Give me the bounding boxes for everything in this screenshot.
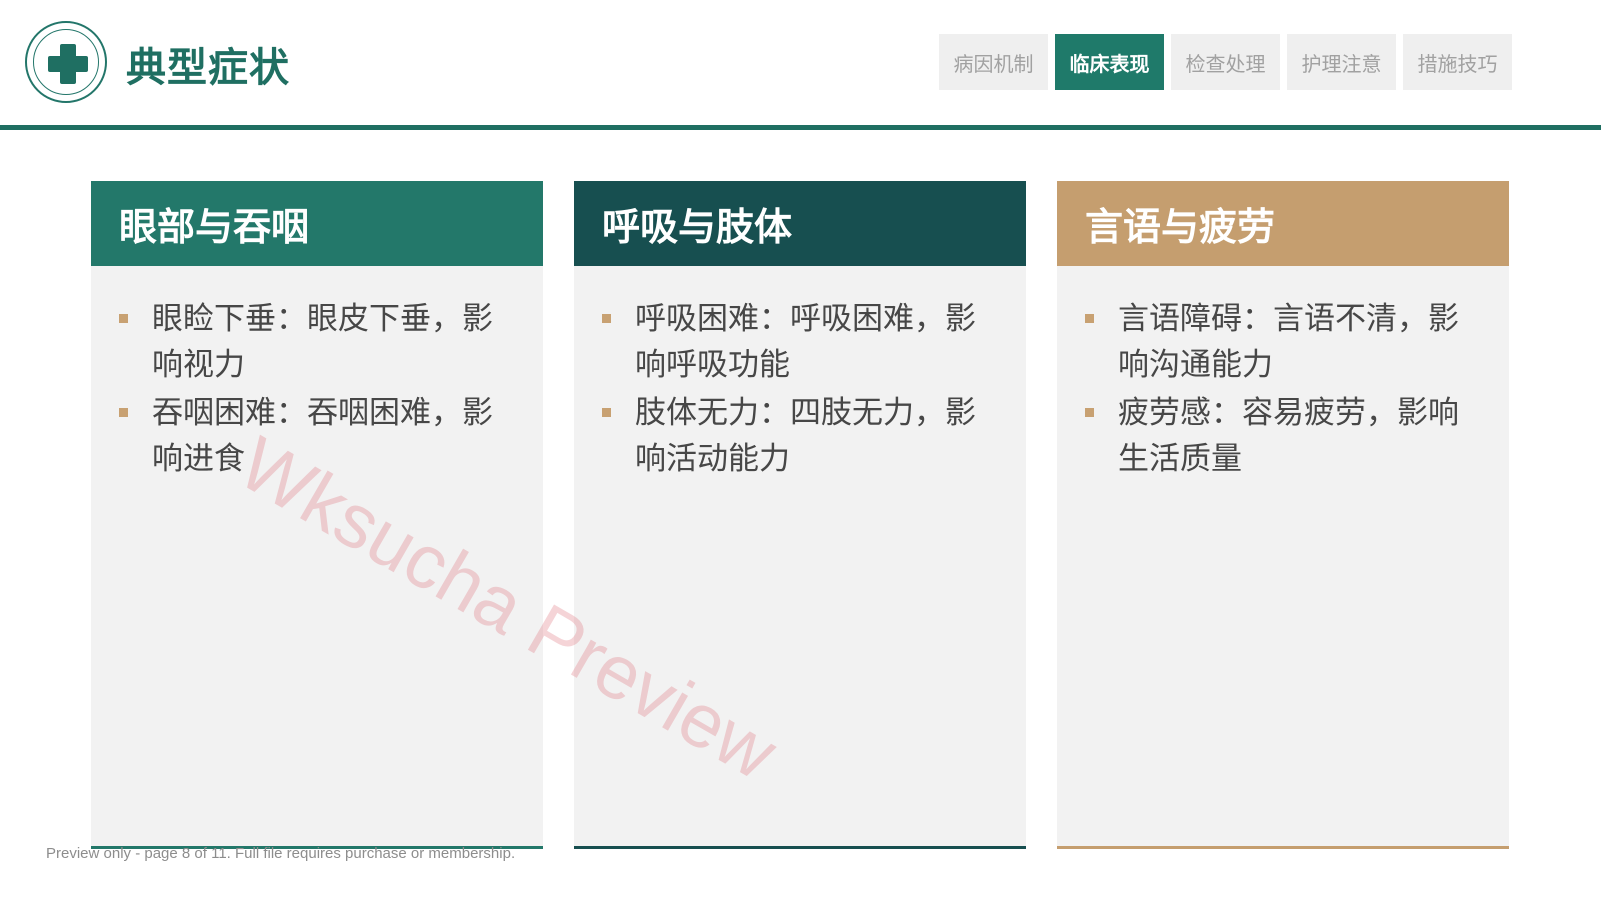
logo <box>25 21 107 103</box>
card-title: 呼吸与肢体 <box>574 181 1026 266</box>
list-item-text: 呼吸困难：呼吸困难，影响呼吸功能 <box>635 301 976 383</box>
page-title: 典型症状 <box>126 45 290 91</box>
tab-etiology[interactable]: 病因机制 <box>939 34 1048 90</box>
card-title: 眼部与吞咽 <box>91 181 543 266</box>
tab-nursing[interactable]: 护理注意 <box>1287 34 1396 90</box>
list-item: 吞咽困难：吞咽困难，影响进食 <box>119 390 515 482</box>
footer-note: Preview only - page 8 of 11. Full file r… <box>46 845 516 862</box>
card-eye-swallow: 眼部与吞咽 眼睑下垂：眼皮下垂，影响视力 吞咽困难：吞咽困难，影响进食 <box>91 181 543 849</box>
bullet-icon <box>1085 314 1094 323</box>
tab-examination[interactable]: 检查处理 <box>1171 34 1280 90</box>
tab-clinical-manifestations[interactable]: 临床表现 <box>1055 34 1164 90</box>
list-item-text: 肢体无力：四肢无力，影响活动能力 <box>635 395 976 477</box>
list-item: 呼吸困难：呼吸困难，影响呼吸功能 <box>602 296 998 388</box>
header-divider <box>0 125 1601 130</box>
list-item: 眼睑下垂：眼皮下垂，影响视力 <box>119 296 515 388</box>
list-item-text: 言语障碍：言语不清，影响沟通能力 <box>1118 301 1459 383</box>
slide-header: 典型症状 病因机制 临床表现 检查处理 护理注意 措施技巧 <box>0 0 1601 130</box>
list-item: 疲劳感：容易疲劳，影响生活质量 <box>1085 390 1481 482</box>
list-item: 言语障碍：言语不清，影响沟通能力 <box>1085 296 1481 388</box>
list-item: 肢体无力：四肢无力，影响活动能力 <box>602 390 998 482</box>
bullet-icon <box>119 408 128 417</box>
card-speech-fatigue: 言语与疲劳 言语障碍：言语不清，影响沟通能力 疲劳感：容易疲劳，影响生活质量 <box>1057 181 1509 849</box>
bullet-icon <box>119 314 128 323</box>
tab-bar: 病因机制 临床表现 检查处理 护理注意 措施技巧 <box>939 34 1512 90</box>
card-breathing-limbs: 呼吸与肢体 呼吸困难：呼吸困难，影响呼吸功能 肢体无力：四肢无力，影响活动能力 <box>574 181 1026 849</box>
card-title: 言语与疲劳 <box>1057 181 1509 266</box>
bullet-icon <box>602 408 611 417</box>
list-item-text: 疲劳感：容易疲劳，影响生活质量 <box>1118 395 1459 477</box>
bullet-icon <box>602 314 611 323</box>
tab-techniques[interactable]: 措施技巧 <box>1403 34 1512 90</box>
medical-cross-icon <box>48 44 88 84</box>
list-item-text: 眼睑下垂：眼皮下垂，影响视力 <box>152 301 493 383</box>
list-item-text: 吞咽困难：吞咽困难，影响进食 <box>152 395 493 477</box>
bullet-icon <box>1085 408 1094 417</box>
